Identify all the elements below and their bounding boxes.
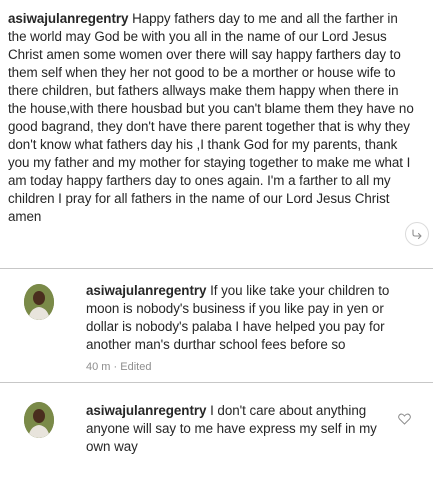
reply-time: 40 m <box>86 361 111 373</box>
reply-arrow-icon[interactable] <box>405 222 429 246</box>
reply-username[interactable]: asiwajulanregentry <box>86 283 206 298</box>
profile-avatar[interactable] <box>24 284 54 320</box>
heart-icon[interactable] <box>398 412 411 430</box>
reply-comment: asiwajulanregentry I don't care about an… <box>0 382 433 485</box>
comment-username[interactable]: asiwajulanregentry <box>8 11 128 26</box>
main-comment: asiwajulanregentry Happy fathers day to … <box>8 10 416 226</box>
reply-username[interactable]: asiwajulanregentry <box>86 403 206 418</box>
reply-text: asiwajulanregentry If you like take your… <box>86 282 406 354</box>
reply-text: asiwajulanregentry I don't care about an… <box>86 402 378 456</box>
reply-comment: asiwajulanregentry If you like take your… <box>0 268 433 382</box>
profile-avatar[interactable] <box>24 402 54 438</box>
reply-meta: 40 m · Edited <box>86 361 151 373</box>
edited-label: Edited <box>120 361 152 373</box>
comment-text: Happy fathers day to me and all the fart… <box>8 11 414 224</box>
meta-separator: · <box>113 361 118 373</box>
